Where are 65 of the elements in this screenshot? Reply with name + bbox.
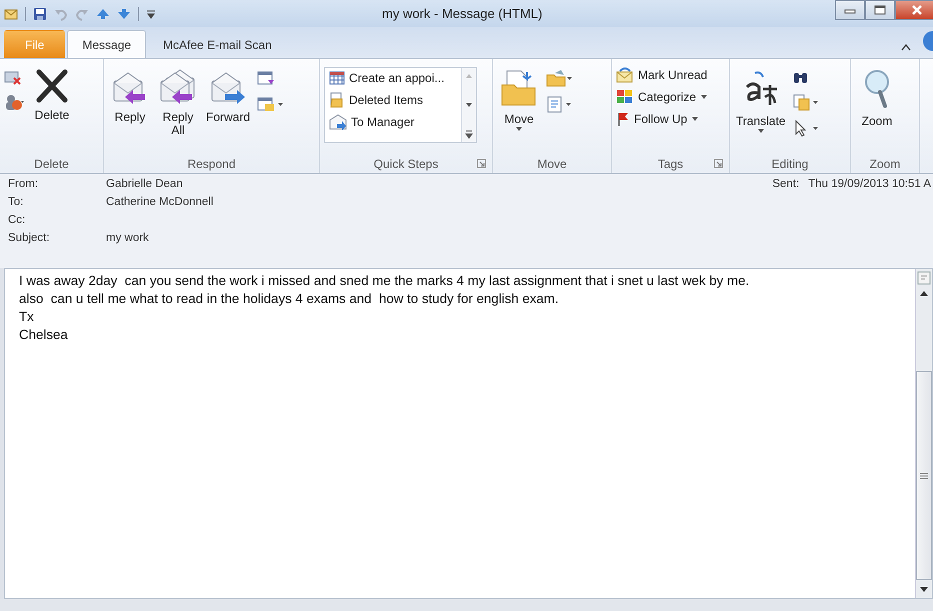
group-label: Delete (34, 157, 69, 171)
close-icon (911, 5, 923, 15)
quick-step-item[interactable]: To Manager (329, 114, 457, 130)
ribbon-button[interactable]: Zoom (855, 63, 899, 128)
zoom-icon (862, 69, 892, 109)
field-label: To: (8, 196, 24, 210)
collapse-ribbon-icon[interactable] (901, 43, 911, 51)
ribbon-button[interactable]: Follow Up (616, 111, 708, 127)
group-label: Editing (772, 157, 808, 171)
ribbon-button[interactable]: Translate (734, 63, 788, 134)
flag-icon (616, 111, 630, 127)
dropdown-caret-icon (756, 128, 765, 134)
group-label: Move (537, 157, 567, 171)
ribbon-button[interactable]: Forward (204, 63, 252, 124)
ribbon-tab[interactable]: Message (67, 30, 146, 58)
field-label: Subject: (8, 232, 51, 246)
message-text: Chelsea (19, 326, 69, 344)
ribbon-button[interactable]: Categorize (616, 89, 708, 105)
scrollbar[interactable] (915, 269, 932, 598)
ribbon-button[interactable]: Reply All (156, 63, 200, 137)
maximize-icon (874, 5, 886, 15)
group-label: Quick Steps (374, 157, 438, 171)
calendar-icon (329, 70, 345, 86)
quick-step-item[interactable]: Deleted Items (329, 92, 457, 108)
dialog-launcher-icon[interactable] (714, 159, 723, 168)
maximize-button[interactable] (865, 0, 895, 20)
folder-icon[interactable] (545, 69, 573, 87)
minimize-button[interactable] (835, 0, 865, 20)
save-icon[interactable] (33, 6, 47, 20)
group-label: Tags (658, 157, 684, 171)
field-value: Catherine McDonnell (106, 196, 214, 210)
grip-icon (920, 472, 928, 478)
ribbon-button[interactable]: Delete (30, 63, 74, 122)
ribbon-button[interactable]: Reply (108, 63, 152, 124)
delete-icon (34, 69, 70, 103)
ribbon-tab[interactable]: McAfee E-mail Scan (148, 30, 287, 58)
folder-icon (329, 92, 345, 108)
message-text: I was away 2day can you send the work i missed and sned me the marks 4 my last assignment that i snet u last wek by me. (19, 272, 750, 290)
calendar-icon[interactable] (256, 69, 276, 87)
scrollbar-thumb[interactable] (916, 371, 932, 580)
color-squares-icon (616, 89, 634, 105)
quick-step-item[interactable]: Create an appoi... (329, 70, 457, 86)
dropdown-caret-icon (700, 94, 708, 100)
field-label: Sent: (772, 178, 800, 192)
field-value: Thu 19/09/2013 10:51 A (808, 178, 931, 192)
window-title: my work - Message (HTML) (381, 6, 544, 21)
up-arrow-icon[interactable] (96, 6, 110, 20)
message-text: Tx (19, 308, 35, 326)
field-value: Gabrielle Dean (106, 178, 183, 192)
field-label: Cc: (8, 214, 26, 228)
group-label: Zoom (870, 157, 900, 171)
ribbon-button[interactable]: Move (497, 63, 541, 132)
down-arrow-icon[interactable] (117, 6, 131, 20)
field-value: my work (106, 232, 149, 246)
field-label: From: (8, 178, 40, 192)
document-icon[interactable] (545, 95, 573, 113)
group-label: Respond (187, 157, 236, 171)
replace-icon[interactable] (792, 93, 820, 111)
dialog-launcher-icon[interactable] (477, 159, 486, 168)
ribbon-button[interactable]: Mark Unread (616, 67, 708, 83)
calendar-icon[interactable] (256, 95, 284, 113)
message-text: also can u tell me what to read in the holidays 4 exams and how to study for english exam. (19, 290, 560, 308)
dropdown-caret-icon (691, 116, 700, 122)
dropdown-caret-icon (515, 126, 523, 132)
close-button[interactable] (895, 0, 933, 20)
